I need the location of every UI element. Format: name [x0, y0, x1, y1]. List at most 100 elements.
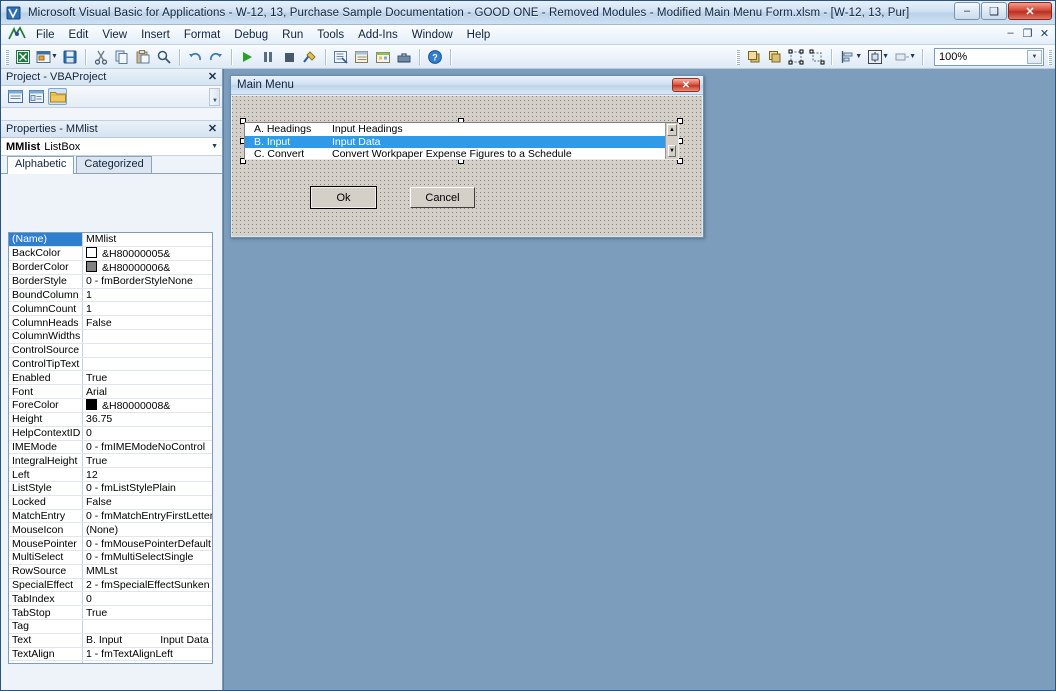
property-value[interactable]: 2 - fmSpecialEffectSunken — [82, 578, 212, 593]
run-icon[interactable] — [237, 47, 258, 67]
tab-categorized[interactable]: Categorized — [76, 156, 152, 173]
design-mode-icon[interactable] — [300, 47, 321, 67]
ok-button[interactable]: Ok — [311, 187, 376, 208]
properties-row[interactable]: Locked False — [9, 495, 212, 510]
view-object-icon[interactable] — [27, 88, 46, 105]
properties-row[interactable]: TextAlign 1 - fmTextAlignLeft — [9, 647, 212, 662]
properties-row[interactable]: Height 36.75 — [9, 412, 212, 427]
restore-button[interactable]: ❑ — [981, 2, 1007, 20]
properties-row[interactable]: ColumnWidths — [9, 329, 212, 344]
listbox-item[interactable]: A. Headings Input Headings — [245, 123, 678, 136]
properties-row[interactable]: BackColor &H80000005& — [9, 246, 212, 261]
properties-row[interactable]: ControlTipText — [9, 357, 212, 372]
property-value[interactable]: -1 — [82, 660, 212, 663]
minimize-button[interactable]: – — [954, 2, 980, 20]
properties-row[interactable]: BorderStyle 0 - fmBorderStyleNone — [9, 274, 212, 289]
menu-item-run[interactable]: Run — [275, 27, 310, 43]
reset-icon[interactable] — [279, 47, 300, 67]
properties-row[interactable]: RowSource MMLst — [9, 564, 212, 579]
zoom-combobox[interactable]: 100% ▼ — [934, 47, 1044, 66]
properties-row[interactable]: BorderColor &H80000006& — [9, 260, 212, 275]
scroll-down-icon[interactable]: ▼ — [212, 98, 218, 104]
property-value[interactable] — [82, 619, 212, 634]
property-value[interactable]: True — [82, 370, 212, 386]
menu-item-window[interactable]: Window — [405, 27, 460, 43]
mdi-close-button[interactable]: ✕ — [1038, 27, 1051, 40]
properties-row[interactable]: BoundColumn 1 — [9, 288, 212, 303]
properties-window-close-icon[interactable]: ✕ — [206, 122, 219, 135]
project-tree-scrollbar[interactable]: ▼ — [209, 88, 220, 106]
center-icon[interactable] — [864, 47, 885, 67]
listbox-item[interactable]: B. Input Input Data — [245, 135, 678, 148]
property-value[interactable]: MMLst — [82, 564, 212, 579]
mdi-minimize-button[interactable]: – — [1004, 27, 1017, 40]
help-icon[interactable]: ? — [425, 47, 446, 67]
menu-item-insert[interactable]: Insert — [134, 27, 177, 43]
properties-row[interactable]: Tag — [9, 619, 212, 634]
menu-item-format[interactable]: Format — [177, 27, 227, 43]
property-value[interactable]: 0 - fmBorderStyleNone — [82, 274, 212, 289]
property-value[interactable]: 0 — [82, 426, 212, 441]
menu-item-debug[interactable]: Debug — [227, 27, 275, 43]
property-value[interactable]: 36.75 — [82, 412, 212, 427]
property-value[interactable]: B. Input Input Data — [82, 633, 212, 648]
save-icon[interactable] — [60, 47, 81, 67]
properties-row[interactable]: ColumnCount 1 — [9, 301, 212, 317]
properties-row[interactable]: TextColumn-1 — [9, 660, 212, 663]
menu-item-view[interactable]: View — [95, 27, 134, 43]
property-value[interactable]: 1 — [82, 301, 212, 317]
property-value[interactable]: 0 — [82, 591, 212, 607]
userform-icon[interactable] — [33, 47, 54, 67]
menu-item-add-ins[interactable]: Add-Ins — [351, 27, 405, 43]
properties-object-combobox[interactable]: MMlist ListBox ▼ — [1, 138, 222, 156]
listbox-item[interactable]: C. Convert Convert Workpaper Expense Figu… — [245, 148, 678, 159]
property-value[interactable] — [82, 343, 212, 358]
menu-item-edit[interactable]: Edit — [62, 27, 96, 43]
bring-to-front-icon[interactable] — [743, 47, 764, 67]
excel-view-icon[interactable] — [12, 47, 33, 67]
menu-item-help[interactable]: Help — [460, 27, 498, 43]
align-icon[interactable] — [837, 47, 858, 67]
property-value[interactable]: 0 - fmMatchEntryFirstLetter — [82, 509, 212, 524]
property-value[interactable]: True — [82, 605, 212, 620]
size-icon[interactable] — [891, 47, 912, 67]
scroll-down-icon[interactable]: ▼ — [668, 145, 676, 157]
property-value[interactable]: 0 - fmMousePointerDefault — [82, 536, 212, 551]
properties-row[interactable]: IntegralHeight True — [9, 453, 212, 469]
properties-row[interactable]: TabStop True — [9, 605, 212, 620]
property-value[interactable]: False — [82, 315, 212, 330]
break-icon[interactable] — [258, 47, 279, 67]
property-value[interactable]: Arial — [82, 384, 212, 399]
project-explorer-close-icon[interactable]: ✕ — [206, 70, 219, 83]
property-value[interactable]: &H80000008& — [82, 398, 212, 413]
main-menu-listbox[interactable]: A. Headings Input Headings B. Input Input D… — [244, 122, 679, 160]
copy-icon[interactable] — [112, 47, 133, 67]
menu-item-file[interactable]: File — [29, 27, 62, 43]
toolbox-icon[interactable] — [394, 47, 415, 67]
property-value[interactable]: 12 — [82, 467, 212, 482]
property-value[interactable] — [82, 357, 212, 372]
listbox-selection-frame[interactable]: A. Headings Input Headings B. Input Input D… — [240, 118, 683, 164]
property-value[interactable]: 1 - fmTextAlignLeft — [82, 647, 212, 662]
view-code-icon[interactable] — [6, 88, 25, 105]
properties-object-dropdown-icon[interactable]: ▼ — [211, 143, 218, 150]
property-value[interactable] — [82, 329, 212, 344]
property-value[interactable]: &H80000005& — [82, 246, 212, 261]
userform-designer-window[interactable]: Main Menu ✕ A. Headings Input Headings B… — [230, 75, 704, 238]
property-value[interactable]: 1 — [82, 288, 212, 303]
properties-row[interactable]: ControlSource — [9, 343, 212, 358]
ungroup-icon[interactable] — [806, 47, 827, 67]
properties-row[interactable]: MouseIcon (None) — [9, 522, 212, 538]
mdi-restore-button[interactable]: ❐ — [1021, 27, 1034, 40]
properties-row[interactable]: MultiSelect 0 - fmMultiSelectSingle — [9, 550, 212, 565]
toolbar-grip[interactable] — [5, 48, 9, 65]
property-value[interactable]: 0 - fmListStylePlain — [82, 481, 212, 496]
userform-canvas[interactable]: A. Headings Input Headings B. Input Input D… — [232, 96, 702, 236]
properties-window-icon[interactable] — [352, 47, 373, 67]
userform-close-button[interactable]: ✕ — [672, 78, 700, 92]
properties-row[interactable]: MatchEntry 0 - fmMatchEntryFirstLetter — [9, 509, 212, 524]
properties-row[interactable]: HelpContextID 0 — [9, 426, 212, 441]
close-button[interactable]: ✕ — [1008, 2, 1052, 20]
toggle-folders-icon[interactable] — [48, 88, 67, 105]
zoom-dropdown-icon[interactable]: ▼ — [1027, 49, 1042, 64]
